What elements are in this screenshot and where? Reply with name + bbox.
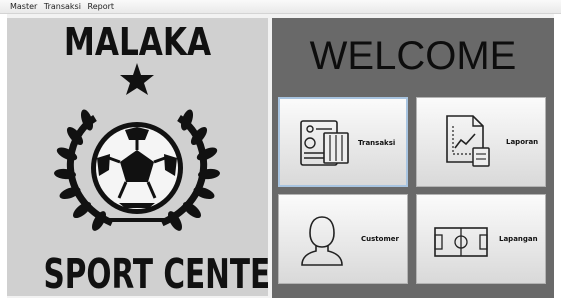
- transaksi-label: Transaksi: [358, 139, 396, 147]
- laporan-button[interactable]: Laporan: [416, 97, 546, 187]
- transaksi-button[interactable]: Transaksi: [278, 97, 408, 187]
- user-profile-icon: [301, 216, 343, 266]
- customer-label: Customer: [361, 235, 399, 243]
- logo-panel: MALAKA SPORT CENTER: [7, 18, 293, 298]
- soccer-ball-emblem-icon: [54, 63, 220, 231]
- logo-subtitle: SPORT CENTER: [43, 250, 293, 298]
- menu-master[interactable]: Master: [0, 0, 39, 13]
- customer-button[interactable]: Customer: [278, 194, 408, 284]
- laporan-label: Laporan: [506, 138, 539, 146]
- lapangan-button[interactable]: Lapangan: [416, 194, 546, 284]
- welcome-heading: WELCOME: [309, 34, 517, 78]
- menu-bar: Master Transaksi Report: [0, 0, 561, 14]
- lapangan-label: Lapangan: [499, 235, 538, 243]
- menu-report[interactable]: Report: [86, 0, 117, 13]
- report-chart-icon: [446, 115, 490, 167]
- menu-transaksi[interactable]: Transaksi: [42, 0, 83, 13]
- soccer-field-icon: [434, 227, 488, 257]
- cash-register-icon: [300, 120, 349, 166]
